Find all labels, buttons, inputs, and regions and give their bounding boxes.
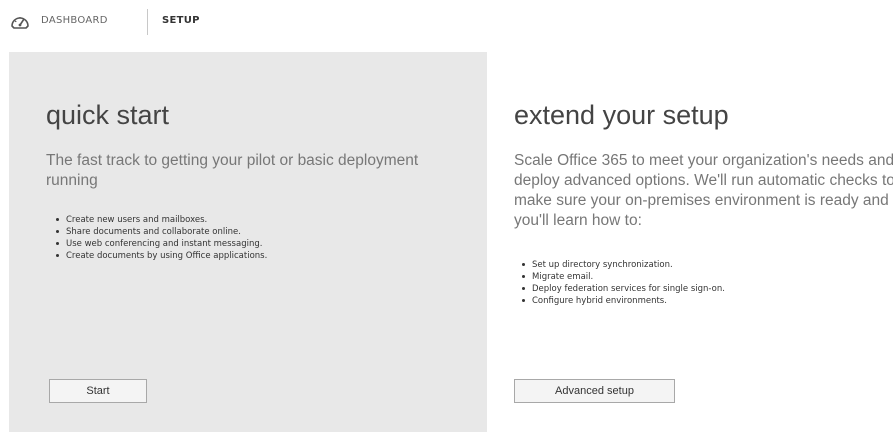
quick-start-panel: quick start The fast track to getting yo…	[9, 52, 487, 432]
list-item: Use web conferencing and instant messagi…	[53, 238, 267, 250]
extend-setup-title: extend your setup	[514, 100, 729, 130]
nav-setup-link[interactable]: SETUP	[162, 15, 200, 26]
list-item: Create new users and mailboxes.	[53, 214, 267, 226]
advanced-setup-button[interactable]: Advanced setup	[514, 379, 675, 403]
nav-divider	[147, 9, 148, 35]
list-item: Set up directory synchronization.	[519, 259, 725, 271]
extend-setup-lead: Scale Office 365 to meet your organizati…	[514, 152, 893, 229]
list-item: Share documents and collaborate online.	[53, 226, 267, 238]
quick-start-bullets: Create new users and mailboxes. Share do…	[53, 214, 267, 262]
list-item: Create documents by using Office applica…	[53, 250, 267, 262]
top-navigation: DASHBOARD SETUP	[0, 0, 893, 46]
list-item: Deploy federation services for single si…	[519, 283, 725, 295]
speedometer-icon[interactable]	[9, 11, 31, 33]
list-item: Migrate email.	[519, 271, 725, 283]
extend-setup-panel: extend your setup Scale Office 365 to me…	[491, 52, 893, 432]
quick-start-title: quick start	[46, 100, 170, 130]
quick-start-lead: The fast track to getting your pilot or …	[46, 152, 419, 189]
nav-dashboard-link[interactable]: DASHBOARD	[41, 15, 108, 26]
start-button[interactable]: Start	[49, 379, 147, 403]
extend-setup-bullets: Set up directory synchronization. Migrat…	[519, 259, 725, 307]
list-item: Configure hybrid environments.	[519, 295, 725, 307]
